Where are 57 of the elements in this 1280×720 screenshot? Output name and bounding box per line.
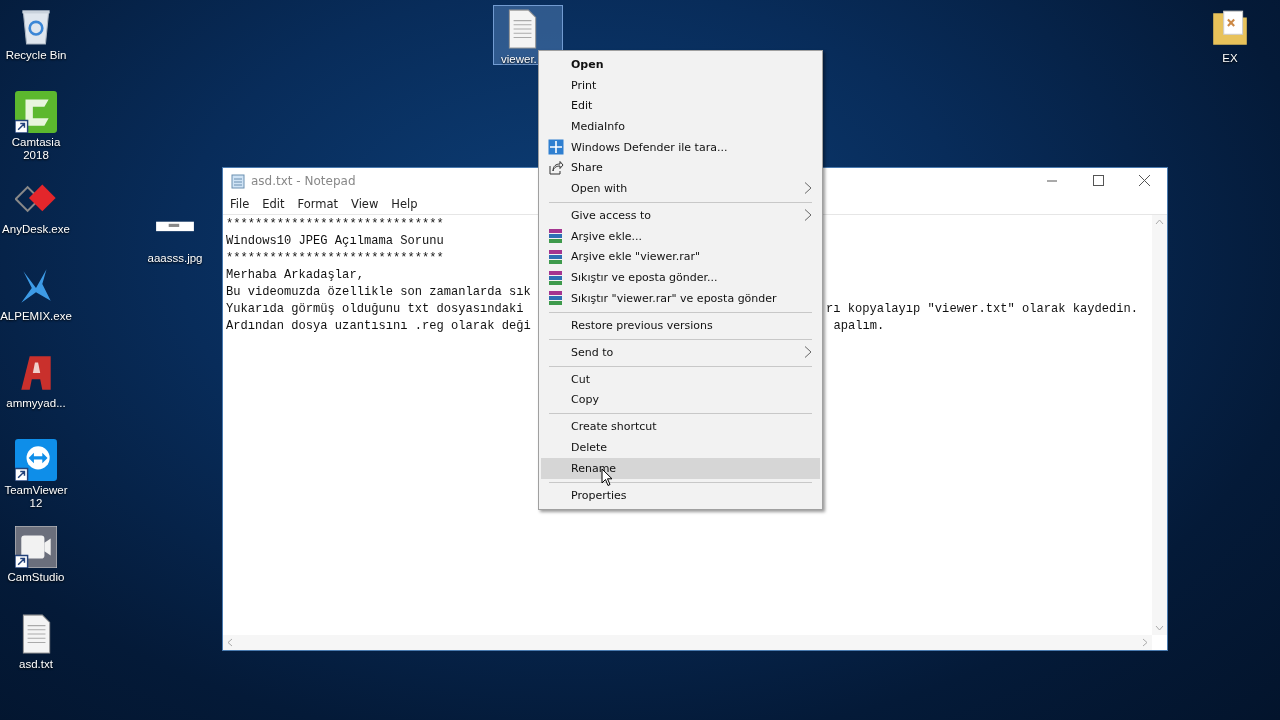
text-line: apalım. [833,318,885,335]
menu-item[interactable]: Open with [541,178,820,199]
icon-label[interactable]: aaasss.jpg [147,252,203,265]
text-line: ****************************** [226,217,444,231]
app-icon[interactable] [15,91,57,133]
books-icon [548,290,564,307]
icon-label[interactable]: EX [1222,52,1238,65]
menu-item[interactable]: Create shortcut [541,416,820,438]
menu-item[interactable]: Edit [262,197,291,211]
share-icon [548,159,564,176]
menu-item[interactable]: View [351,197,385,211]
menu-item[interactable]: Send to [541,341,820,363]
shield-icon [548,139,564,156]
menu-item[interactable]: Arşive ekle "viewer.rar" [541,246,820,268]
icon-label[interactable]: CamStudio [7,571,65,584]
menu-item[interactable]: Print [541,74,820,96]
text-line: Yukarıda görmüş olduğunu txt dosyasındaki [226,302,524,316]
menu-item[interactable]: Format [297,197,345,211]
menu-item[interactable]: Sıkıştır "viewer.rar" ve eposta gönder [541,287,820,309]
menu-item[interactable]: File [230,197,256,211]
menu-item[interactable]: Edit [541,95,820,117]
app-icon[interactable] [15,439,57,481]
menu-item[interactable]: Arşive ekle... [541,225,820,247]
text-line: rı kopyalayıp "viewer.txt" olarak kaydedin. [826,301,1139,318]
menu-item[interactable]: Share [541,157,820,179]
menu-item[interactable]: Give access to [541,205,820,226]
menu-item[interactable]: MediaInfo [541,116,820,137]
icon-label[interactable]: TeamViewer 12 [0,484,72,510]
text-line: Ardından dosya uzantısını .reg olarak deği [226,319,531,333]
menu-item[interactable]: Help [391,197,424,211]
icon-label[interactable]: ammyyad... [6,397,66,410]
menu-item[interactable]: Restore previous versions [541,314,820,336]
icon-label[interactable]: viewer. [501,53,537,66]
menu-item[interactable]: Cut [541,368,820,390]
menu-item[interactable]: Properties [541,484,820,506]
menu-item[interactable]: Delete [541,437,820,458]
menu-item[interactable]: Copy [541,389,820,411]
icon-label[interactable]: Recycle Bin [5,49,67,62]
icon-label[interactable]: ALPEMIX.exe [0,310,72,323]
desktop-item[interactable]: EX [1195,5,1265,65]
notepad-icon [231,173,245,189]
window-title: asd.txt - Notepad [251,174,356,188]
books-icon [548,269,564,286]
menu-item[interactable]: Windows Defender ile tara... [541,136,820,158]
menu-item[interactable]: Rename [541,457,820,479]
icon-label[interactable]: asd.txt [19,658,53,671]
books-icon [548,228,564,245]
text-line: Windows10 JPEG Açılmama Sorunu [226,234,444,248]
icon-label[interactable]: Camtasia 2018 [0,136,72,162]
books-icon [548,248,564,265]
text-line: Merhaba Arkadaşlar, [226,268,364,282]
text-line: ****************************** [226,251,444,265]
text-line: Bu videomuzda özellikle son zamanlarda sık [226,285,531,299]
desktop-item[interactable]: aaasss.jpg [140,205,210,265]
menu-item[interactable]: Sıkıştır ve eposta gönder... [541,267,820,288]
camera-icon[interactable] [15,526,57,568]
icon-label[interactable]: AnyDesk.exe [2,223,70,236]
